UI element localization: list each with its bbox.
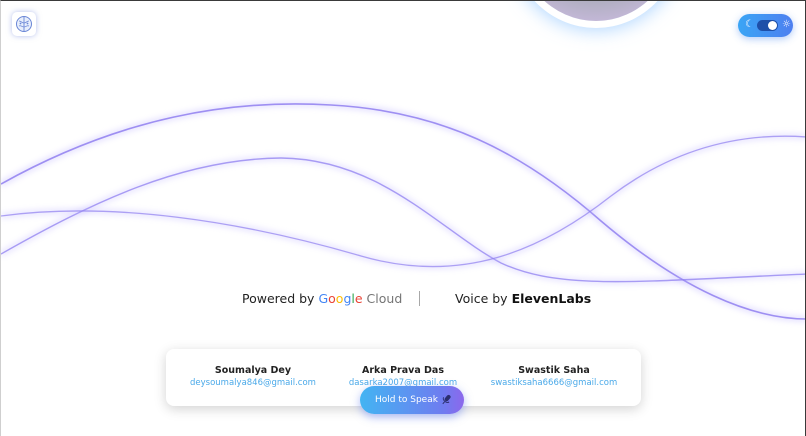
voice-prefix: Voice by [455, 291, 508, 306]
hold-to-speak-button[interactable]: Hold to Speak [360, 386, 464, 414]
google-letter: e [354, 291, 363, 306]
toggle-track[interactable] [757, 20, 778, 31]
google-letter: o [328, 291, 336, 306]
member-email-link[interactable]: swastiksaha6666@gmail.com [474, 377, 634, 390]
wave-glow-3 [1, 133, 806, 270]
member-name: Swastik Saha [518, 365, 590, 376]
google-letter: G [318, 291, 329, 306]
app-page: ☾ ☼ Powered by Google Cloud Voice by Ele… [0, 0, 806, 436]
moon-icon: ☾ [745, 19, 754, 30]
cloud-word: Cloud [366, 291, 403, 306]
microphone-icon [442, 394, 451, 405]
elevenlabs-brand: ElevenLabs [511, 291, 592, 306]
logo-button[interactable] [12, 12, 36, 36]
member-email-link[interactable]: deysoumalya846@gmail.com [173, 377, 333, 390]
powered-by-google-cloud: Powered by Google Cloud [242, 290, 402, 308]
team-member: Soumalya Dey deysoumalya846@gmail.com [173, 364, 333, 390]
team-member: Swastik Saha swastiksaha6666@gmail.com [474, 364, 634, 390]
credits-divider [419, 291, 420, 306]
speak-label: Hold to Speak [375, 395, 438, 405]
sun-icon: ☼ [782, 19, 791, 30]
member-name: Arka Prava Das [362, 365, 444, 376]
toggle-knob [768, 21, 777, 30]
voice-by-elevenlabs: Voice by ElevenLabs [455, 290, 591, 308]
google-wordmark: Google [318, 291, 362, 306]
powered-prefix: Powered by [242, 291, 315, 306]
credits-row: Powered by Google Cloud Voice by ElevenL… [1, 290, 806, 310]
member-name: Soumalya Dey [214, 365, 292, 376]
theme-toggle[interactable]: ☾ ☼ [738, 14, 793, 37]
brain-icon [16, 16, 32, 32]
